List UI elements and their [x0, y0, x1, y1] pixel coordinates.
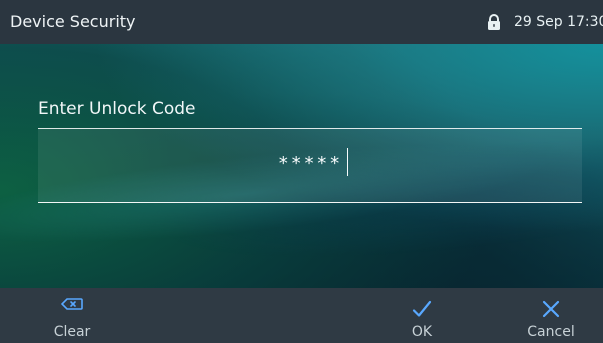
status-bar: Device Security 29 Sep 17:30 [0, 0, 603, 44]
lock-icon [488, 13, 500, 30]
unlock-code-value: ***** [277, 153, 343, 174]
unlock-code-label: Enter Unlock Code [38, 99, 196, 119]
softkey-bar: Clear OK Cancel [0, 288, 603, 343]
text-cursor [347, 148, 348, 176]
date-time: 29 Sep 17:30 [514, 14, 603, 30]
ok-button[interactable]: OK [367, 288, 477, 343]
unlock-code-field[interactable]: ***** [38, 128, 582, 203]
clear-button[interactable]: Clear [17, 288, 127, 343]
status-right: 29 Sep 17:30 [485, 13, 603, 33]
checkmark-icon [412, 300, 432, 317]
page-title: Device Security [10, 12, 136, 31]
backspace-icon [61, 298, 83, 310]
device-security-screen: Device Security 29 Sep 17:30 Enter Unloc… [0, 0, 603, 343]
clear-label: Clear [53, 324, 91, 340]
ok-label: OK [411, 324, 433, 340]
cancel-button[interactable]: Cancel [496, 288, 603, 343]
cancel-label: Cancel [527, 324, 575, 340]
close-icon [542, 300, 560, 318]
unlock-panel: Enter Unlock Code ***** [0, 44, 603, 288]
